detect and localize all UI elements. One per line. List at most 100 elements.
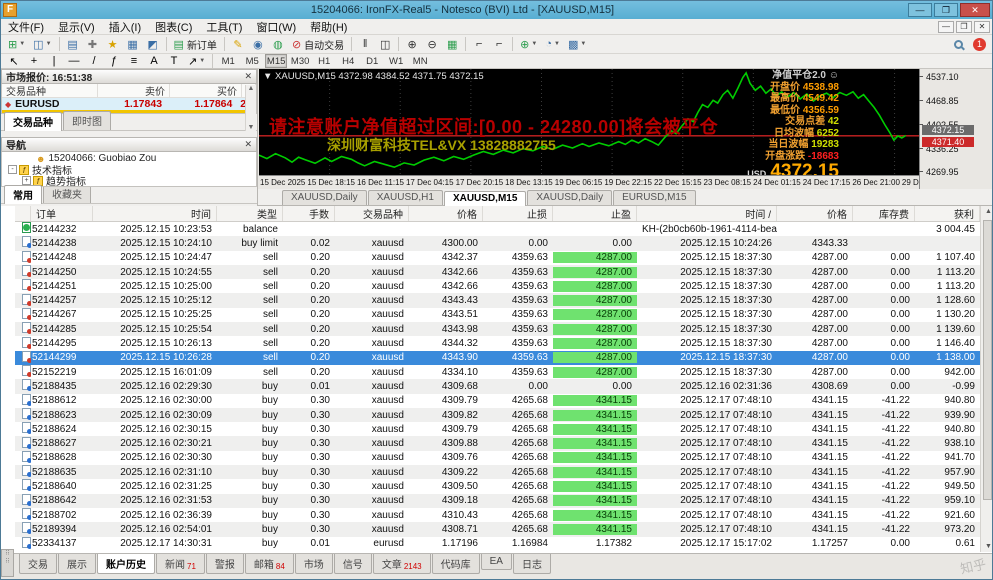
title-bar[interactable]: F 15204066: IronFX-Real5 - Notesco (BVI)… — [1, 1, 992, 19]
history-row-52144232[interactable]: 521442322025.12.15 10:23:53balanceKH-(2b… — [15, 222, 980, 236]
navigator-icon[interactable]: ★ — [104, 36, 122, 52]
mdi-restore-button[interactable]: ❐ — [956, 21, 972, 33]
col-header-止损[interactable]: 止损 — [483, 206, 553, 221]
history-row-52144299[interactable]: 521442992025.12.15 10:26:28sell0.20xauus… — [15, 351, 980, 365]
terminal-icon[interactable]: ▦ — [124, 36, 142, 52]
col-header-icon[interactable] — [15, 206, 31, 221]
history-table-header[interactable]: 订单时间类型手数交易品种价格止损止盈时间 /价格库存费获利 — [15, 206, 980, 222]
indicators-icon[interactable]: ⊕▼ — [517, 36, 540, 52]
fibonacci-icon[interactable]: ƒ — [105, 53, 123, 69]
new-chart-icon[interactable]: ⊞▼ — [5, 36, 28, 52]
chart-tab-3-XAUUSD,Daily[interactable]: XAUUSD,Daily — [527, 190, 612, 205]
menu-图表(C)[interactable]: 图表(C) — [148, 22, 199, 34]
terminal-tab-警报[interactable]: 警报 — [206, 554, 244, 574]
history-row-52188635[interactable]: 521886352025.12.16 02:31:10buy0.30xauusd… — [15, 465, 980, 479]
history-row-52144295[interactable]: 521442952025.12.15 10:26:13sell0.20xauus… — [15, 336, 980, 350]
menu-窗口(W)[interactable]: 窗口(W) — [249, 22, 303, 34]
strategy-tester-icon[interactable]: ◩ — [144, 36, 162, 52]
metaeditor-icon[interactable]: ✎ — [229, 36, 247, 52]
history-row-52188640[interactable]: 521886402025.12.16 02:31:25buy0.30xauusd… — [15, 479, 980, 493]
terminal-tab-账户历史[interactable]: 账户历史 — [97, 554, 155, 574]
mw-col-2[interactable]: 买价 — [170, 84, 242, 97]
market-watch-row[interactable]: ◆EURUSD1.178431.1786421 — [2, 98, 256, 113]
search-icon[interactable] — [954, 40, 963, 49]
experts-icon[interactable]: ◉ — [249, 36, 267, 52]
chart-collapse-icon[interactable]: ▼ — [263, 71, 275, 82]
scroll-thumb[interactable] — [983, 220, 992, 500]
history-row-52144251[interactable]: 521442512025.12.15 10:25:00sell0.20xauus… — [15, 279, 980, 293]
tree-expander-icon[interactable]: - — [8, 165, 17, 174]
label-icon[interactable]: T — [165, 53, 183, 69]
history-row-52144248[interactable]: 521442482025.12.15 10:24:47sell0.20xauus… — [15, 251, 980, 265]
timeframe-H4[interactable]: H4 — [337, 54, 359, 68]
maximize-button[interactable]: ❐ — [934, 3, 958, 17]
text-icon[interactable]: A — [145, 53, 163, 69]
navigator-close-icon[interactable]: ✕ — [244, 139, 252, 150]
community-icon[interactable]: ◍ — [269, 36, 287, 52]
market-watch-close-icon[interactable]: ✕ — [244, 71, 252, 82]
timeframe-H1[interactable]: H1 — [313, 54, 335, 68]
tile-windows-icon[interactable]: ▦ — [443, 36, 461, 52]
nav-item-技术指标[interactable]: -f技术指标 — [2, 164, 256, 175]
tree-expander-icon[interactable]: + — [22, 176, 31, 185]
terminal-tab-信号[interactable]: 信号 — [334, 554, 372, 574]
close-button[interactable]: ✕ — [960, 3, 990, 17]
history-row-52188624[interactable]: 521886242025.12.16 02:30:15buy0.30xauusd… — [15, 422, 980, 436]
mw-tab-交易品种[interactable]: 交易品种 — [4, 112, 62, 131]
terminal-tab-文章[interactable]: 文章2143 — [373, 554, 431, 574]
timeframe-MN[interactable]: MN — [409, 54, 431, 68]
history-row-52188628[interactable]: 521886282025.12.16 02:30:30buy0.30xauusd… — [15, 451, 980, 465]
nav-tab-常用[interactable]: 常用 — [4, 185, 42, 204]
chart-window[interactable]: ▼ XAUUSD,M15 4372.98 4384.52 4371.75 437… — [259, 69, 993, 189]
terminal-tab-交易[interactable]: 交易 — [19, 554, 57, 574]
bars-chart-icon[interactable]: ‖ — [356, 36, 374, 52]
history-row-52152219[interactable]: 521522192025.12.15 16:01:09sell0.20xauus… — [15, 365, 980, 379]
col-header-时间 /[interactable]: 时间 / — [637, 206, 777, 221]
chart-tab-4-EURUSD,M15[interactable]: EURUSD,M15 — [613, 190, 695, 205]
terminal-tab-EA[interactable]: EA — [481, 554, 512, 570]
history-row-52188627[interactable]: 521886272025.12.16 02:30:21buy0.30xauusd… — [15, 436, 980, 450]
terminal-tab-新闻[interactable]: 新闻71 — [156, 554, 205, 574]
trendline-icon[interactable]: / — [85, 53, 103, 69]
menu-显示(V)[interactable]: 显示(V) — [51, 22, 102, 34]
chart-tab-0-XAUUSD,Daily[interactable]: XAUUSD,Daily — [282, 190, 367, 205]
new-order-button[interactable]: ▤新订单 — [171, 36, 220, 52]
terminal-tab-市场[interactable]: 市场 — [295, 554, 333, 574]
arrows-icon[interactable]: ↗▼ — [185, 53, 208, 69]
history-row-52144285[interactable]: 521442852025.12.15 10:25:54sell0.20xauus… — [15, 322, 980, 336]
crosshair-icon[interactable]: + — [25, 53, 43, 69]
market-watch-title[interactable]: 市场报价: 16:51:38 ✕ — [1, 69, 257, 84]
templates-icon[interactable]: ▩▼ — [565, 36, 589, 52]
mdi-close-button[interactable]: ✕ — [974, 21, 990, 33]
col-header-类型[interactable]: 类型 — [217, 206, 283, 221]
market-watch-scrollbar[interactable]: ▲▼ — [245, 85, 256, 131]
menu-文件(F)[interactable]: 文件(F) — [1, 22, 51, 34]
history-row-52334137[interactable]: 523341372025.12.17 14:30:31buy0.01eurusd… — [15, 537, 980, 551]
history-row-52188612[interactable]: 521886122025.12.16 02:30:00buy0.30xauusd… — [15, 394, 980, 408]
history-row-52188623[interactable]: 521886232025.12.16 02:30:09buy0.30xauusd… — [15, 408, 980, 422]
hline-icon[interactable]: — — [65, 53, 83, 69]
timeframe-M1[interactable]: M1 — [217, 54, 239, 68]
history-row-52188435[interactable]: 521884352025.12.16 02:29:30buy0.01xauusd… — [15, 379, 980, 393]
cursor-icon[interactable]: ↖ — [5, 53, 23, 69]
market-watch-icon[interactable]: ▤ — [64, 36, 82, 52]
mw-col-1[interactable]: 卖价 — [98, 84, 170, 97]
col-header-价格[interactable]: 价格 — [777, 206, 853, 221]
timeframe-M30[interactable]: M30 — [289, 54, 311, 68]
terminal-tab-邮箱[interactable]: 邮箱84 — [245, 554, 294, 574]
data-window-icon[interactable]: ✚ — [84, 36, 102, 52]
menu-工具(T)[interactable]: 工具(T) — [199, 22, 249, 34]
menu-帮助(H)[interactable]: 帮助(H) — [303, 22, 354, 34]
timeframe-W1[interactable]: W1 — [385, 54, 407, 68]
timeframe-M15[interactable]: M15 — [265, 54, 287, 68]
channel-icon[interactable]: ≡ — [125, 53, 143, 69]
chart-tab-1-XAUUSD,H1[interactable]: XAUUSD,H1 — [368, 190, 443, 205]
col-header-时间[interactable]: 时间 — [93, 206, 217, 221]
col-header-手数[interactable]: 手数 — [283, 206, 335, 221]
minimize-button[interactable]: — — [908, 3, 932, 17]
col-header-获利[interactable]: 获利 — [915, 206, 980, 221]
terminal-tab-代码库[interactable]: 代码库 — [432, 554, 480, 574]
chart-plot[interactable]: ▼ XAUUSD,M15 4372.98 4384.52 4371.75 437… — [259, 69, 919, 175]
history-row-52144238[interactable]: 521442382025.12.15 10:24:10buy limit0.02… — [15, 236, 980, 250]
scroll-up-icon[interactable]: ▲ — [985, 208, 992, 215]
